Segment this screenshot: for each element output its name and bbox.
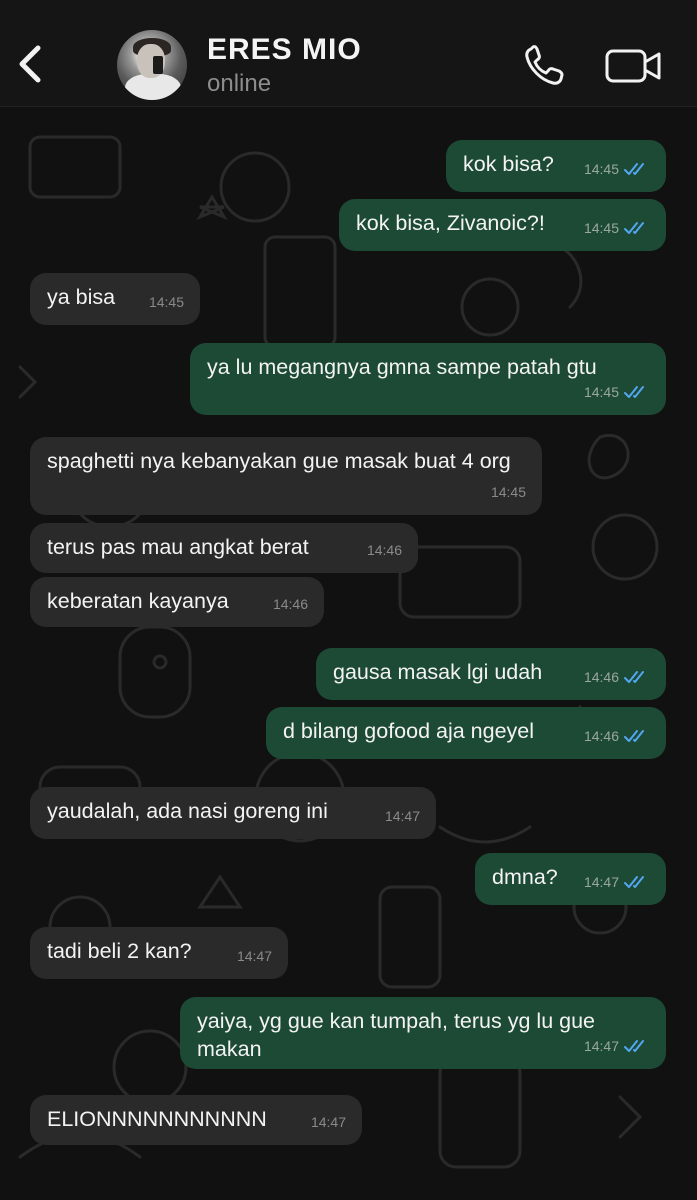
outgoing-message[interactable]: d bilang gofood aja ngeyel 14:46 — [266, 707, 666, 759]
outgoing-message[interactable]: ya lu megangnya gmna sampe patah gtu 14:4… — [190, 343, 666, 415]
double-check-read-icon — [624, 163, 644, 175]
incoming-message[interactable]: yaudalah, ada nasi goreng ini 14:47 — [30, 787, 436, 839]
message-time: 14:47 — [583, 1038, 619, 1054]
message-meta: 14:45 — [584, 378, 650, 406]
message-meta: 14:45 — [149, 288, 184, 316]
message-time: 14:47 — [236, 948, 272, 964]
incoming-message[interactable]: ELIONNNNNNNNNNN 14:47 — [30, 1095, 362, 1145]
message-time: 14:46 — [272, 596, 308, 612]
message-text: ELIONNNNNNNNNNN — [47, 1107, 267, 1131]
message-time: 14:45 — [148, 294, 184, 310]
outgoing-message[interactable]: yaiya, yg gue kan tumpah, terus yg lu gu… — [180, 997, 666, 1069]
outgoing-message[interactable]: dmna? 14:47 — [475, 853, 666, 905]
message-meta: 14:47 — [385, 802, 420, 830]
message-text: ya lu megangnya gmna sampe patah gtu — [207, 355, 597, 379]
message-time: 14:46 — [583, 669, 619, 685]
incoming-message[interactable]: spaghetti nya kebanyakan gue masak buat … — [30, 437, 542, 515]
phone-call-icon[interactable] — [522, 44, 570, 88]
message-meta: 14:45 — [491, 478, 526, 506]
message-text: terus pas mau angkat berat — [47, 535, 309, 559]
incoming-message[interactable]: keberatan kayanya 14:46 — [30, 577, 324, 627]
message-text: kok bisa? — [463, 152, 554, 176]
message-time: 14:45 — [583, 220, 619, 236]
message-time: 14:46 — [366, 542, 402, 558]
incoming-message[interactable]: terus pas mau angkat berat 14:46 — [30, 523, 418, 573]
double-check-read-icon — [624, 1040, 644, 1052]
chat-header: ERES MIO online — [0, 0, 697, 107]
message-text: gausa masak lgi udah — [333, 660, 543, 684]
contact-status: online — [207, 70, 272, 97]
incoming-message[interactable]: ya bisa 14:45 — [30, 273, 200, 325]
double-check-read-icon — [624, 671, 644, 683]
message-text: d bilang gofood aja ngeyel — [283, 719, 535, 743]
message-time: 14:47 — [310, 1114, 346, 1130]
message-text: spaghetti nya kebanyakan gue masak buat … — [47, 449, 511, 473]
double-check-read-icon — [624, 730, 644, 742]
message-text: tadi beli 2 kan? — [47, 939, 192, 963]
message-meta: 14:47 — [311, 1108, 346, 1136]
message-time: 14:45 — [490, 484, 526, 500]
double-check-read-icon — [624, 386, 644, 398]
outgoing-message[interactable]: kok bisa? 14:45 — [446, 140, 666, 192]
outgoing-message[interactable]: kok bisa, Zivanoic?! 14:45 — [339, 199, 666, 251]
message-meta: 14:45 — [584, 214, 650, 242]
message-meta: 14:47 — [584, 868, 650, 896]
double-check-read-icon — [624, 222, 644, 234]
message-meta: 14:46 — [273, 590, 308, 618]
message-meta: 14:46 — [584, 663, 650, 691]
message-meta: 14:46 — [367, 536, 402, 564]
message-time: 14:47 — [384, 808, 420, 824]
message-text: yaiya, yg gue kan tumpah, terus yg lu gu… — [197, 1009, 595, 1061]
message-text: dmna? — [492, 865, 558, 889]
message-text: kok bisa, Zivanoic?! — [356, 211, 545, 235]
message-time: 14:45 — [583, 161, 619, 177]
avatar[interactable] — [117, 30, 187, 100]
video-call-icon[interactable] — [604, 46, 662, 86]
message-text: keberatan kayanya — [47, 589, 229, 613]
chat-area[interactable]: kok bisa? 14:45 kok bisa, Zivanoic?! 14:45 y… — [0, 107, 697, 1200]
outgoing-message[interactable]: gausa masak lgi udah 14:46 — [316, 648, 666, 700]
message-text: yaudalah, ada nasi goreng ini — [47, 799, 328, 823]
message-time: 14:46 — [583, 728, 619, 744]
message-meta: 14:47 — [237, 942, 272, 970]
message-meta: 14:45 — [584, 155, 650, 183]
contact-name[interactable]: ERES MIO — [207, 33, 362, 67]
double-check-read-icon — [624, 876, 644, 888]
message-meta: 14:46 — [584, 722, 650, 750]
message-meta: 14:47 — [584, 1032, 650, 1060]
message-text: ya bisa — [47, 285, 116, 309]
message-time: 14:47 — [583, 874, 619, 890]
back-chevron-icon[interactable] — [14, 40, 48, 88]
message-time: 14:45 — [583, 384, 619, 400]
incoming-message[interactable]: tadi beli 2 kan? 14:47 — [30, 927, 288, 979]
